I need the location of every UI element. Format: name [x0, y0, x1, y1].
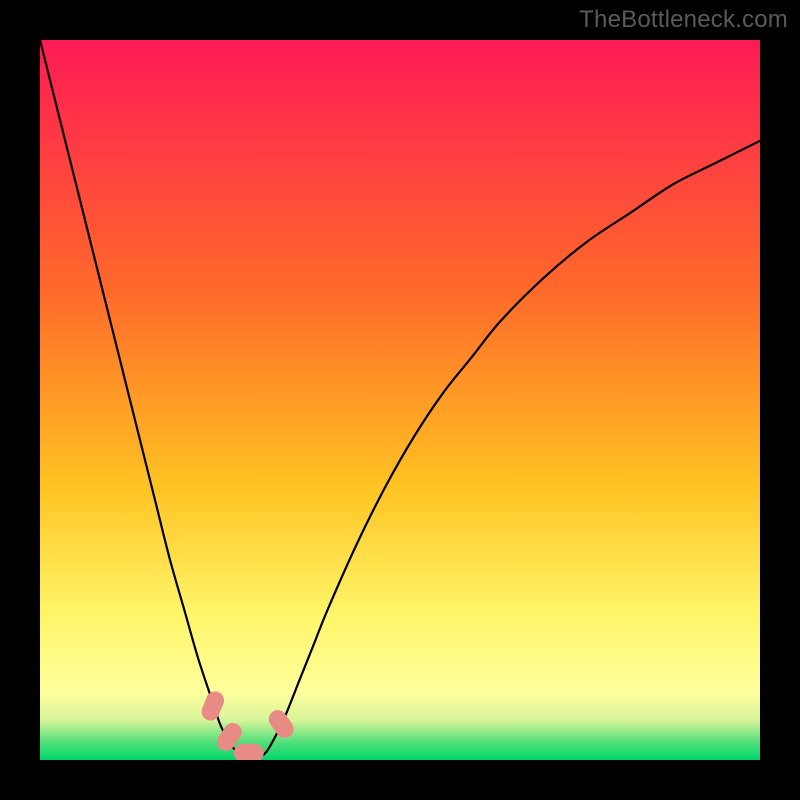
marker-pill: [234, 744, 264, 760]
gradient-background: [40, 40, 760, 760]
bottleneck-chart: [40, 40, 760, 760]
watermark-text: TheBottleneck.com: [579, 6, 788, 34]
chart-frame: TheBottleneck.com: [0, 0, 800, 800]
